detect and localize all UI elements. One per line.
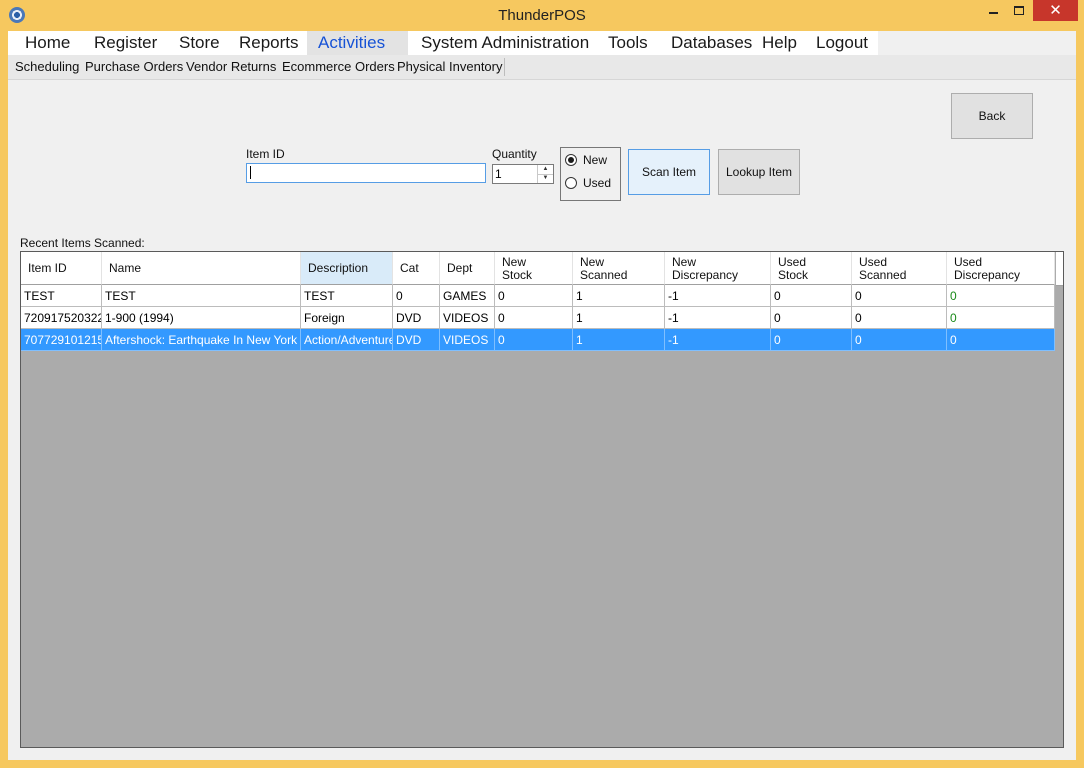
submenu-vendor-returns[interactable]: Vendor Returns (186, 55, 276, 79)
menu-reports[interactable]: Reports (230, 31, 306, 55)
table-row[interactable]: TEST TEST TEST 0 GAMES 0 1 -1 0 0 0 (21, 285, 1055, 307)
submenu-purchase-orders[interactable]: Purchase Orders (85, 55, 183, 79)
table-cell[interactable]: -1 (665, 307, 771, 329)
table-cell[interactable]: 0 (495, 307, 573, 329)
table-cell[interactable]: 0 (495, 285, 573, 307)
menu-logout[interactable]: Logout (803, 31, 878, 55)
table-cell[interactable]: Foreign (301, 307, 393, 329)
radio-new-label[interactable]: New (583, 153, 607, 167)
close-button[interactable]: ✕ (1033, 0, 1078, 21)
column-header-line: Discrepancy (954, 268, 1021, 282)
recent-items-caption: Recent Items Scanned: (20, 236, 145, 250)
table-cell[interactable]: 707729101215 (21, 329, 102, 351)
quantity-label: Quantity (492, 147, 537, 161)
column-header-line: Scanned (859, 268, 907, 282)
menu-home[interactable]: Home (8, 31, 84, 55)
column-header-line: Stock (778, 268, 809, 282)
table-cell[interactable]: TEST (21, 285, 102, 307)
table-cell[interactable]: 0 (852, 329, 947, 351)
submenu-separator (504, 58, 505, 76)
column-header[interactable]: Name (102, 252, 301, 285)
main-menu: Home Register Store Reports Activities S… (8, 31, 878, 55)
column-header-line: Stock (502, 268, 533, 282)
item-id-input[interactable] (246, 163, 486, 183)
menu-system-administration[interactable]: System Administration (408, 31, 595, 55)
condition-radio-group: New Used (560, 147, 621, 201)
column-header[interactable]: Used Discrepancy (947, 252, 1055, 285)
radio-used-label[interactable]: Used (583, 176, 611, 190)
table-cell[interactable]: 1-900 (1994) (102, 307, 301, 329)
table-cell[interactable]: 0 (947, 329, 1055, 351)
column-header[interactable]: Description (301, 252, 393, 285)
table-cell[interactable]: 0 (947, 307, 1055, 329)
recent-items-grid[interactable]: Item ID Name Description Cat Dept New Stock New… (20, 251, 1064, 748)
back-button[interactable]: Back (951, 93, 1033, 139)
table-cell[interactable]: TEST (301, 285, 393, 307)
table-cell[interactable]: 0 (852, 285, 947, 307)
table-cell[interactable]: VIDEOS (440, 307, 495, 329)
menu-tools[interactable]: Tools (595, 31, 659, 55)
column-header[interactable]: Used Stock (771, 252, 852, 285)
table-cell[interactable]: Aftershock: Earthquake In New York (O) (102, 329, 301, 351)
quantity-value: 1 (495, 167, 502, 181)
table-cell[interactable]: TEST (102, 285, 301, 307)
menu-store[interactable]: Store (169, 31, 230, 55)
table-cell[interactable]: GAMES (440, 285, 495, 307)
maximize-button[interactable] (1005, 0, 1032, 21)
column-header-line: Scanned (580, 268, 628, 282)
menu-activities[interactable]: Activities (307, 31, 408, 55)
column-header[interactable]: New Scanned (573, 252, 665, 285)
item-id-label: Item ID (246, 147, 285, 161)
menu-register[interactable]: Register (84, 31, 169, 55)
column-header-line: Discrepancy (672, 268, 739, 282)
radio-used[interactable] (565, 177, 577, 189)
table-cell[interactable]: 1 (573, 307, 665, 329)
client-area: Home Register Store Reports Activities S… (8, 31, 1076, 760)
quantity-stepper[interactable]: 1 ▲ ▼ (492, 164, 554, 184)
table-cell[interactable]: 0 (852, 307, 947, 329)
table-row[interactable]: 707729101215 Aftershock: Earthquake In Ne… (21, 329, 1055, 351)
table-row[interactable]: 720917520322 1-900 (1994) Foreign DVD VIDEOS… (21, 307, 1055, 329)
app-window: ThunderPOS ✕ Home Register Store Reports… (0, 0, 1084, 768)
table-cell[interactable]: VIDEOS (440, 329, 495, 351)
column-header[interactable]: Dept (440, 252, 495, 285)
column-header[interactable]: New Stock (495, 252, 573, 285)
table-cell[interactable]: 0 (393, 285, 440, 307)
table-cell[interactable]: 720917520322 (21, 307, 102, 329)
scan-item-button[interactable]: Scan Item (628, 149, 710, 195)
lookup-item-button[interactable]: Lookup Item (718, 149, 800, 195)
table-cell[interactable]: -1 (665, 329, 771, 351)
table-cell[interactable]: 1 (573, 285, 665, 307)
table-cell[interactable]: -1 (665, 285, 771, 307)
minimize-button[interactable] (979, 0, 1006, 21)
activities-submenu: Scheduling Purchase Orders Vendor Return… (8, 55, 1076, 80)
spin-down-icon[interactable]: ▼ (538, 174, 553, 183)
table-cell[interactable]: Action/Adventure (301, 329, 393, 351)
submenu-scheduling[interactable]: Scheduling (15, 55, 79, 79)
table-cell[interactable]: 0 (495, 329, 573, 351)
radio-new[interactable] (565, 154, 577, 166)
text-caret (250, 166, 251, 179)
submenu-physical-inventory[interactable]: Physical Inventory (397, 55, 503, 79)
table-cell[interactable]: DVD (393, 307, 440, 329)
grid-header-filler (1056, 252, 1063, 286)
column-header[interactable]: Used Scanned (852, 252, 947, 285)
menu-help[interactable]: Help (751, 31, 803, 55)
quantity-spin-buttons: ▲ ▼ (537, 165, 553, 183)
column-header[interactable]: New Discrepancy (665, 252, 771, 285)
window-title: ThunderPOS (498, 7, 586, 24)
table-cell[interactable]: 0 (947, 285, 1055, 307)
column-header[interactable]: Item ID (21, 252, 102, 285)
table-cell[interactable]: 0 (771, 329, 852, 351)
table-cell[interactable]: 0 (771, 307, 852, 329)
title-bar: ThunderPOS ✕ (0, 0, 1084, 31)
table-cell[interactable]: 1 (573, 329, 665, 351)
submenu-ecommerce-orders[interactable]: Ecommerce Orders (282, 55, 395, 79)
table-cell[interactable]: 0 (771, 285, 852, 307)
table-cell[interactable]: DVD (393, 329, 440, 351)
column-header[interactable]: Cat (393, 252, 440, 285)
menu-databases[interactable]: Databases (659, 31, 752, 55)
